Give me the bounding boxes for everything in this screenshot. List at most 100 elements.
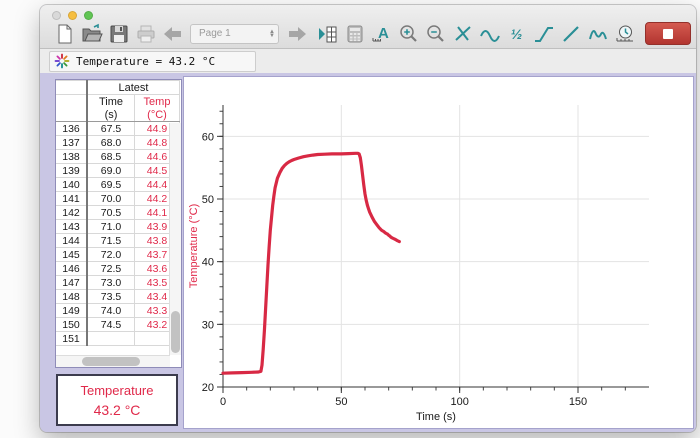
table-row[interactable]: 14471.543.8	[56, 234, 180, 248]
table-row[interactable]: 13969.044.5	[56, 164, 180, 178]
row-number-cell[interactable]: 138	[56, 150, 87, 164]
minimize-button[interactable]	[68, 11, 77, 20]
window-controls	[52, 11, 93, 20]
row-number-cell[interactable]: 142	[56, 206, 87, 220]
time-cell[interactable]: 69.5	[87, 178, 135, 192]
time-cell[interactable]: 72.5	[87, 262, 135, 276]
page-selector-value: Page 1	[199, 28, 231, 39]
time-column-header[interactable]: Time	[87, 95, 135, 109]
y-tick-label: 20	[202, 382, 214, 394]
table-row[interactable]: 14572.043.7	[56, 248, 180, 262]
row-number-cell[interactable]: 139	[56, 164, 87, 178]
time-cell[interactable]: 68.5	[87, 150, 135, 164]
graph-panel[interactable]: 0501001502030405060Time (s)Temperature (…	[183, 76, 694, 429]
table-row[interactable]: 14170.044.2	[56, 192, 180, 206]
table-row[interactable]: 14672.543.6	[56, 262, 180, 276]
x-tick-label: 150	[569, 396, 587, 408]
back-page-icon[interactable]	[160, 21, 185, 46]
row-number-cell[interactable]: 146	[56, 262, 87, 276]
time-cell[interactable]: 74.5	[87, 318, 135, 332]
time-cell[interactable]: 72.0	[87, 248, 135, 262]
stop-button[interactable]	[645, 22, 691, 45]
time-cell[interactable]	[87, 332, 135, 346]
fraction-icon[interactable]: ½	[504, 21, 529, 46]
table-row[interactable]: 14773.043.5	[56, 276, 180, 290]
time-cell[interactable]: 71.0	[87, 220, 135, 234]
examine-icon[interactable]	[450, 21, 475, 46]
zoom-button[interactable]	[84, 11, 93, 20]
insert-table-icon[interactable]	[315, 21, 340, 46]
row-number-cell[interactable]: 141	[56, 192, 87, 206]
open-file-icon[interactable]	[79, 21, 104, 46]
table-row[interactable]: 14974.043.3	[56, 304, 180, 318]
table-column-names-row: Time Temp	[56, 95, 180, 109]
x-axis-label: Time (s)	[416, 411, 456, 423]
row-number-cell[interactable]: 144	[56, 234, 87, 248]
time-cell[interactable]: 67.5	[87, 122, 135, 136]
table-row[interactable]: 15074.543.2	[56, 318, 180, 332]
time-cell[interactable]: 69.0	[87, 164, 135, 178]
corner-cell	[56, 81, 87, 95]
row-number-cell[interactable]: 136	[56, 122, 87, 136]
table-row[interactable]: 151	[56, 332, 180, 346]
row-number-cell[interactable]: 148	[56, 290, 87, 304]
digital-meter[interactable]: Temperature 43.2 °C	[56, 374, 178, 426]
page-selector[interactable]: Page 1 ▲▼	[190, 24, 279, 44]
zoom-out-icon[interactable]	[423, 21, 448, 46]
x-tick-label: 50	[335, 396, 347, 408]
time-cell[interactable]: 73.5	[87, 290, 135, 304]
tangent-icon[interactable]	[477, 21, 502, 46]
row-number-cell[interactable]: 145	[56, 248, 87, 262]
data-table-panel[interactable]: Latest Time Temp (s) (°C) 13667.544.9137…	[55, 79, 182, 368]
table-row[interactable]: 13768.044.8	[56, 136, 180, 150]
integral-icon[interactable]	[531, 21, 556, 46]
row-number-cell[interactable]: 150	[56, 318, 87, 332]
table-row[interactable]: 14371.043.9	[56, 220, 180, 234]
table-vertical-scrollbar[interactable]	[169, 123, 181, 355]
time-cell[interactable]: 71.5	[87, 234, 135, 248]
y-tick-label: 40	[202, 257, 214, 269]
row-number-cell[interactable]: 149	[56, 304, 87, 318]
sensor-bar: Temperature = 43.2 °C	[40, 49, 696, 74]
data-collection-icon[interactable]	[612, 21, 637, 46]
linear-fit-icon[interactable]	[558, 21, 583, 46]
time-cell[interactable]: 70.0	[87, 192, 135, 206]
app-window: Page 1 ▲▼ A	[40, 5, 696, 432]
row-number-cell[interactable]: 137	[56, 136, 87, 150]
print-icon[interactable]	[133, 21, 158, 46]
table-row[interactable]: 13868.544.6	[56, 150, 180, 164]
zoom-in-icon[interactable]	[396, 21, 421, 46]
temp-column-header[interactable]: Temp	[135, 95, 180, 109]
table-row[interactable]: 14270.544.1	[56, 206, 180, 220]
sensor-readout-chip[interactable]: Temperature = 43.2 °C	[49, 51, 256, 72]
time-cell[interactable]: 68.0	[87, 136, 135, 150]
save-icon[interactable]	[106, 21, 131, 46]
time-cell[interactable]: 70.5	[87, 206, 135, 220]
y-tick-label: 50	[202, 194, 214, 206]
close-button[interactable]	[52, 11, 61, 20]
text-annotation-icon[interactable]: A	[369, 21, 394, 46]
time-cell[interactable]: 73.0	[87, 276, 135, 290]
curve-fit-icon[interactable]	[585, 21, 610, 46]
table-row[interactable]: 13667.544.9	[56, 122, 180, 136]
time-cell[interactable]: 74.0	[87, 304, 135, 318]
x-tick-label: 0	[220, 396, 226, 408]
table-row[interactable]: 14873.543.4	[56, 290, 180, 304]
row-number-cell[interactable]: 140	[56, 178, 87, 192]
row-number-cell[interactable]: 151	[56, 332, 87, 346]
vertical-scroll-thumb[interactable]	[171, 311, 180, 353]
horizontal-scroll-thumb[interactable]	[82, 357, 140, 366]
table-row[interactable]: 14069.544.4	[56, 178, 180, 192]
main-toolbar: Page 1 ▲▼ A	[52, 20, 690, 47]
table-column-units-row: (s) (°C)	[56, 108, 180, 122]
row-number-cell[interactable]: 147	[56, 276, 87, 290]
table-horizontal-scrollbar[interactable]	[56, 355, 170, 367]
temperature-graph[interactable]: 0501001502030405060Time (s)Temperature (…	[184, 77, 693, 428]
group-header-cell: Latest	[87, 81, 180, 95]
forward-page-icon[interactable]	[284, 21, 309, 46]
new-file-icon[interactable]	[52, 21, 77, 46]
calculator-icon[interactable]	[342, 21, 367, 46]
sensor-starburst-icon	[54, 53, 70, 69]
y-tick-label: 30	[202, 319, 214, 331]
row-number-cell[interactable]: 143	[56, 220, 87, 234]
